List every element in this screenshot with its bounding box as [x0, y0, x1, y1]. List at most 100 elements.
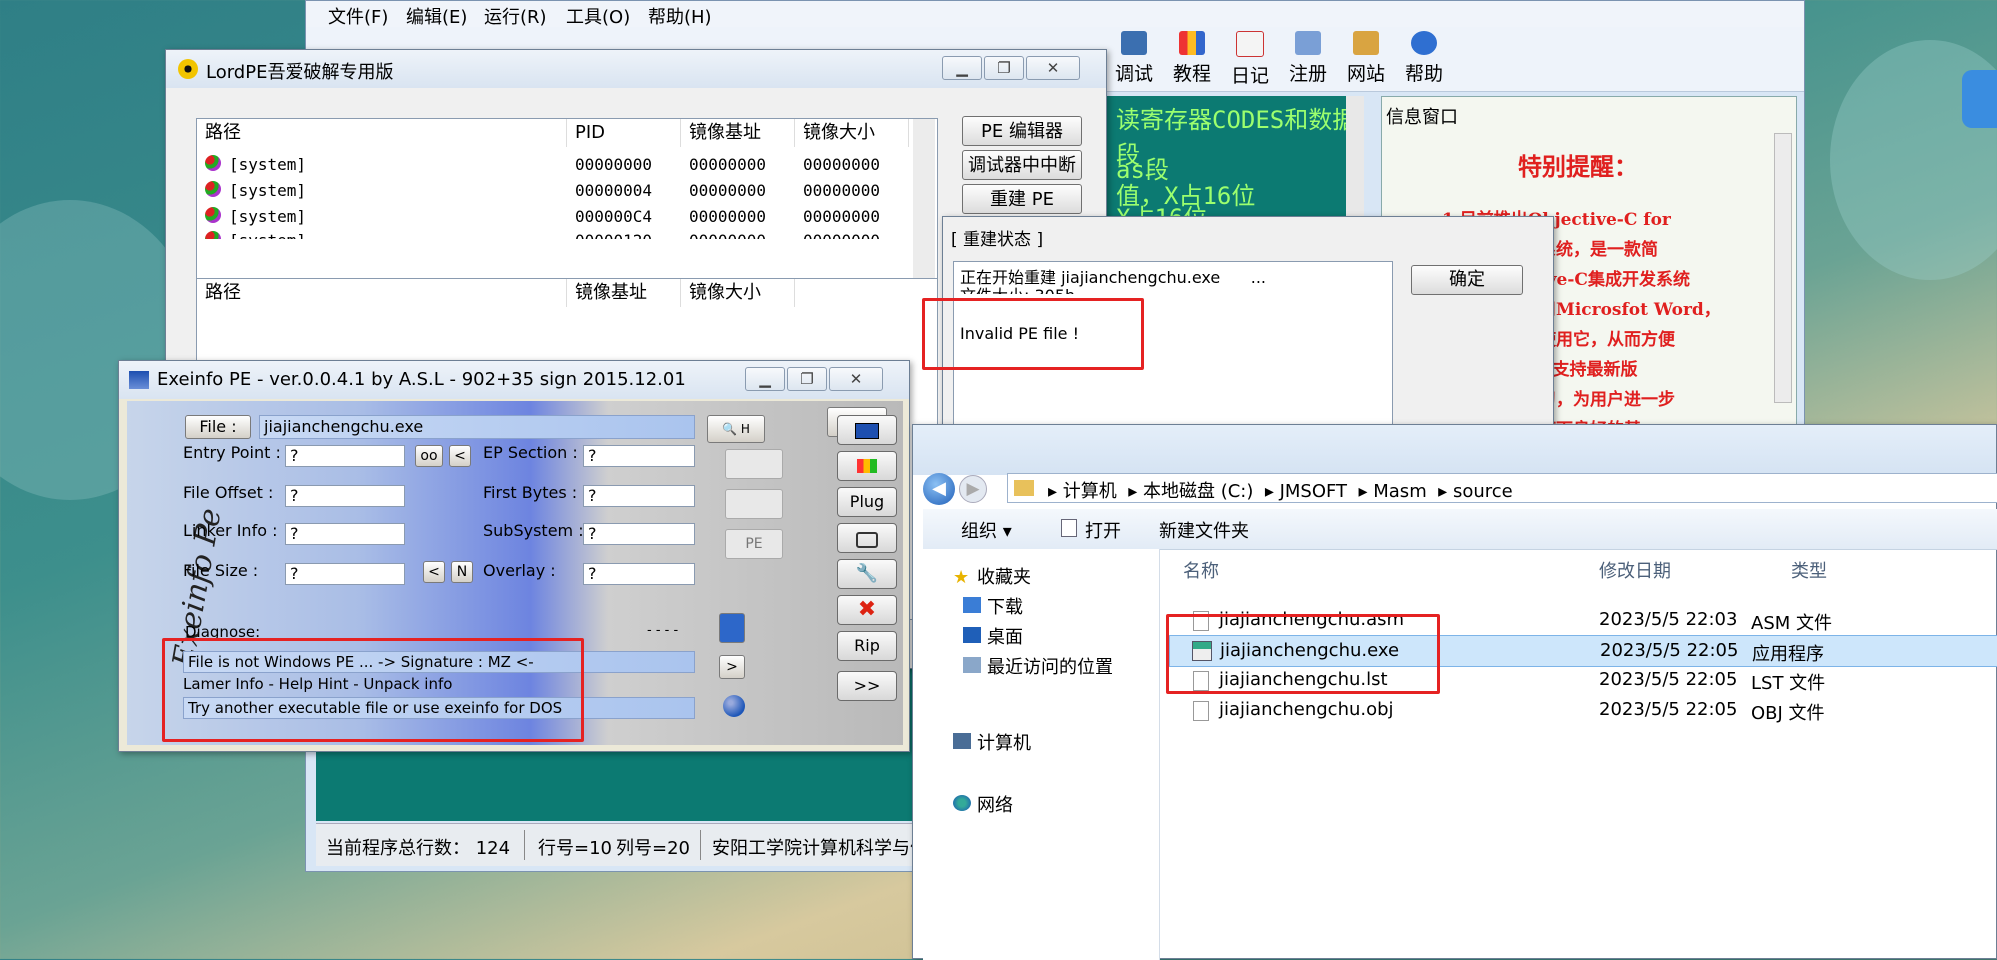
- plugin-button[interactable]: Plug: [837, 487, 897, 517]
- maximize-button[interactable]: ❐: [984, 56, 1024, 80]
- breadcrumb-masm[interactable]: Masm: [1373, 481, 1426, 502]
- col-pid[interactable]: PID: [567, 119, 681, 147]
- prev-button[interactable]: <: [423, 561, 445, 583]
- window-icon-button[interactable]: [837, 415, 897, 445]
- menu-edit[interactable]: 编辑(E): [406, 3, 467, 29]
- file-name-field[interactable]: jiajianchengchu.exe: [259, 415, 695, 439]
- address-bar[interactable]: ▸ 计算机 ▸ 本地磁盘 (C:) ▸ JMSOFT ▸ Masm ▸ sour…: [1007, 473, 1997, 503]
- pe-editor-button[interactable]: PE 编辑器: [962, 116, 1082, 146]
- file-open-button[interactable]: File :: [185, 415, 251, 439]
- scan-h-button[interactable]: 🔍 H: [707, 415, 765, 443]
- break-debugger-button[interactable]: 调试器中中断: [962, 150, 1082, 180]
- menu-file[interactable]: 文件(F): [328, 3, 388, 29]
- first-bytes-field[interactable]: ?: [583, 485, 695, 507]
- code-scrollbar[interactable]: [1346, 96, 1364, 216]
- ep-section-field[interactable]: ?: [583, 445, 695, 467]
- menu-tools[interactable]: 工具(O): [566, 3, 630, 29]
- process-list-vscroll[interactable]: [913, 119, 935, 295]
- screenshot-button[interactable]: [837, 523, 897, 553]
- breadcrumb-source[interactable]: source: [1453, 481, 1513, 502]
- first-bytes-label: First Bytes :: [483, 483, 578, 502]
- website-button[interactable]: 网站: [1338, 31, 1394, 89]
- col-image-size[interactable]: 镜像大小: [681, 279, 795, 307]
- breadcrumb-computer[interactable]: 计算机: [1063, 481, 1117, 502]
- col-name[interactable]: 名称: [1183, 557, 1219, 583]
- tutorial-button[interactable]: 教程: [1164, 31, 1220, 89]
- nav-network[interactable]: 网络: [977, 791, 1013, 817]
- rip-button[interactable]: Rip: [837, 631, 897, 661]
- close-button[interactable]: ✕: [829, 367, 883, 391]
- menu-run[interactable]: 运行(R): [484, 3, 547, 29]
- minimize-button[interactable]: ▁: [745, 367, 785, 391]
- file-type: 应用程序: [1752, 644, 1824, 665]
- file-offset-field[interactable]: ?: [285, 485, 405, 507]
- desktop-icon: [963, 627, 981, 643]
- n-button[interactable]: N: [451, 561, 473, 583]
- row-path: [system]: [229, 181, 307, 200]
- exit-button[interactable]: ✖: [837, 595, 897, 625]
- ok-button[interactable]: 确定: [1411, 265, 1523, 295]
- breadcrumb: ▸ 计算机 ▸ 本地磁盘 (C:) ▸ JMSOFT ▸ Masm ▸ sour…: [1048, 481, 1513, 502]
- menu-help[interactable]: 帮助(H): [648, 3, 712, 29]
- new-folder-button[interactable]: 新建文件夹: [1159, 517, 1249, 543]
- debug-button[interactable]: 调试: [1106, 31, 1162, 89]
- pe-indicator: PE: [725, 529, 783, 559]
- desktop-app-icon[interactable]: [1962, 70, 1997, 128]
- rebuild-title: [ 重建状态 ]: [951, 230, 1044, 250]
- chart-button[interactable]: [837, 451, 897, 481]
- nav-desktop[interactable]: 桌面: [987, 623, 1023, 649]
- file-date: 2023/5/5 22:03: [1599, 609, 1738, 630]
- col-path[interactable]: 路径: [197, 119, 567, 147]
- file-date: 2023/5/5 22:05: [1599, 669, 1738, 690]
- breadcrumb-drive-c[interactable]: 本地磁盘 (C:): [1143, 481, 1253, 502]
- tools-button[interactable]: 🔧: [837, 559, 897, 589]
- open-button[interactable]: 打开: [1085, 517, 1121, 543]
- refresh-icon[interactable]: [719, 613, 745, 643]
- nav-computer[interactable]: 计算机: [977, 729, 1031, 755]
- entry-point-field[interactable]: ?: [285, 445, 405, 467]
- navigation-pane: ★ 收藏夹 下载 桌面 最近访问的位置 计算机 网络: [923, 549, 1160, 960]
- breadcrumb-jmsoft[interactable]: JMSOFT: [1280, 481, 1347, 502]
- register-button[interactable]: 注册: [1280, 31, 1336, 89]
- col-modified[interactable]: 修改日期: [1599, 557, 1671, 583]
- rebuild-pe-button[interactable]: 重建 PE: [962, 184, 1082, 214]
- prev-button[interactable]: <: [449, 445, 471, 467]
- organize-button[interactable]: 组织 ▾: [961, 517, 1012, 543]
- file-date: 2023/5/5 22:05: [1600, 640, 1739, 661]
- globe-icon[interactable]: [723, 695, 745, 717]
- linker-info-field[interactable]: ?: [285, 523, 405, 545]
- diary-button[interactable]: 日记: [1222, 31, 1278, 89]
- col-path[interactable]: 路径: [197, 279, 567, 307]
- next-arrow-button[interactable]: >: [719, 655, 745, 679]
- exeinfo-titlebar[interactable]: Exeinfo PE - ver.0.0.4.1 by A.S.L - 902+…: [119, 361, 909, 399]
- ep-section-label: EP Section :: [483, 443, 578, 462]
- help-button[interactable]: 帮助: [1396, 31, 1452, 89]
- status-school: 安阳工学院计算机科学与信: [712, 838, 928, 859]
- lordpe-titlebar[interactable]: LordPE吾爱破解专用版 ▁ ❐ ✕: [166, 50, 1106, 88]
- minimize-button[interactable]: ▁: [942, 56, 982, 80]
- row-pid: 00000004: [575, 181, 653, 200]
- subsystem-field[interactable]: ?: [583, 523, 695, 545]
- col-image-size[interactable]: 镜像大小: [795, 119, 909, 147]
- col-type[interactable]: 类型: [1791, 557, 1827, 583]
- nav-recent[interactable]: 最近访问的位置: [987, 653, 1113, 679]
- col-image-base[interactable]: 镜像基址: [567, 279, 681, 307]
- col-image-base[interactable]: 镜像基址: [681, 119, 795, 147]
- list-item[interactable]: jiajianchengchu.obj 2023/5/5 22:05 OBJ 文…: [1169, 695, 1997, 725]
- file-size-field[interactable]: ?: [285, 563, 405, 585]
- forward-button[interactable]: ▶: [959, 475, 987, 503]
- oo-button[interactable]: oo: [415, 445, 443, 467]
- info-scrollbar[interactable]: [1774, 133, 1792, 403]
- close-button[interactable]: ✕: [1026, 56, 1080, 80]
- home-icon: [1353, 31, 1379, 55]
- overlay-field[interactable]: ?: [583, 563, 695, 585]
- maximize-button[interactable]: ❐: [787, 367, 827, 391]
- table-row[interactable]: [system] 00000120 00000000 00000000: [197, 227, 909, 239]
- row-path: [system]: [229, 155, 307, 174]
- highlight-box: [1166, 614, 1440, 694]
- nav-downloads[interactable]: 下载: [987, 593, 1023, 619]
- nav-favorites[interactable]: 收藏夹: [977, 563, 1031, 589]
- back-button[interactable]: ◀: [923, 473, 955, 505]
- address-bar-area: ◀ ▶: [913, 425, 1996, 505]
- forward-button[interactable]: >>: [837, 671, 897, 701]
